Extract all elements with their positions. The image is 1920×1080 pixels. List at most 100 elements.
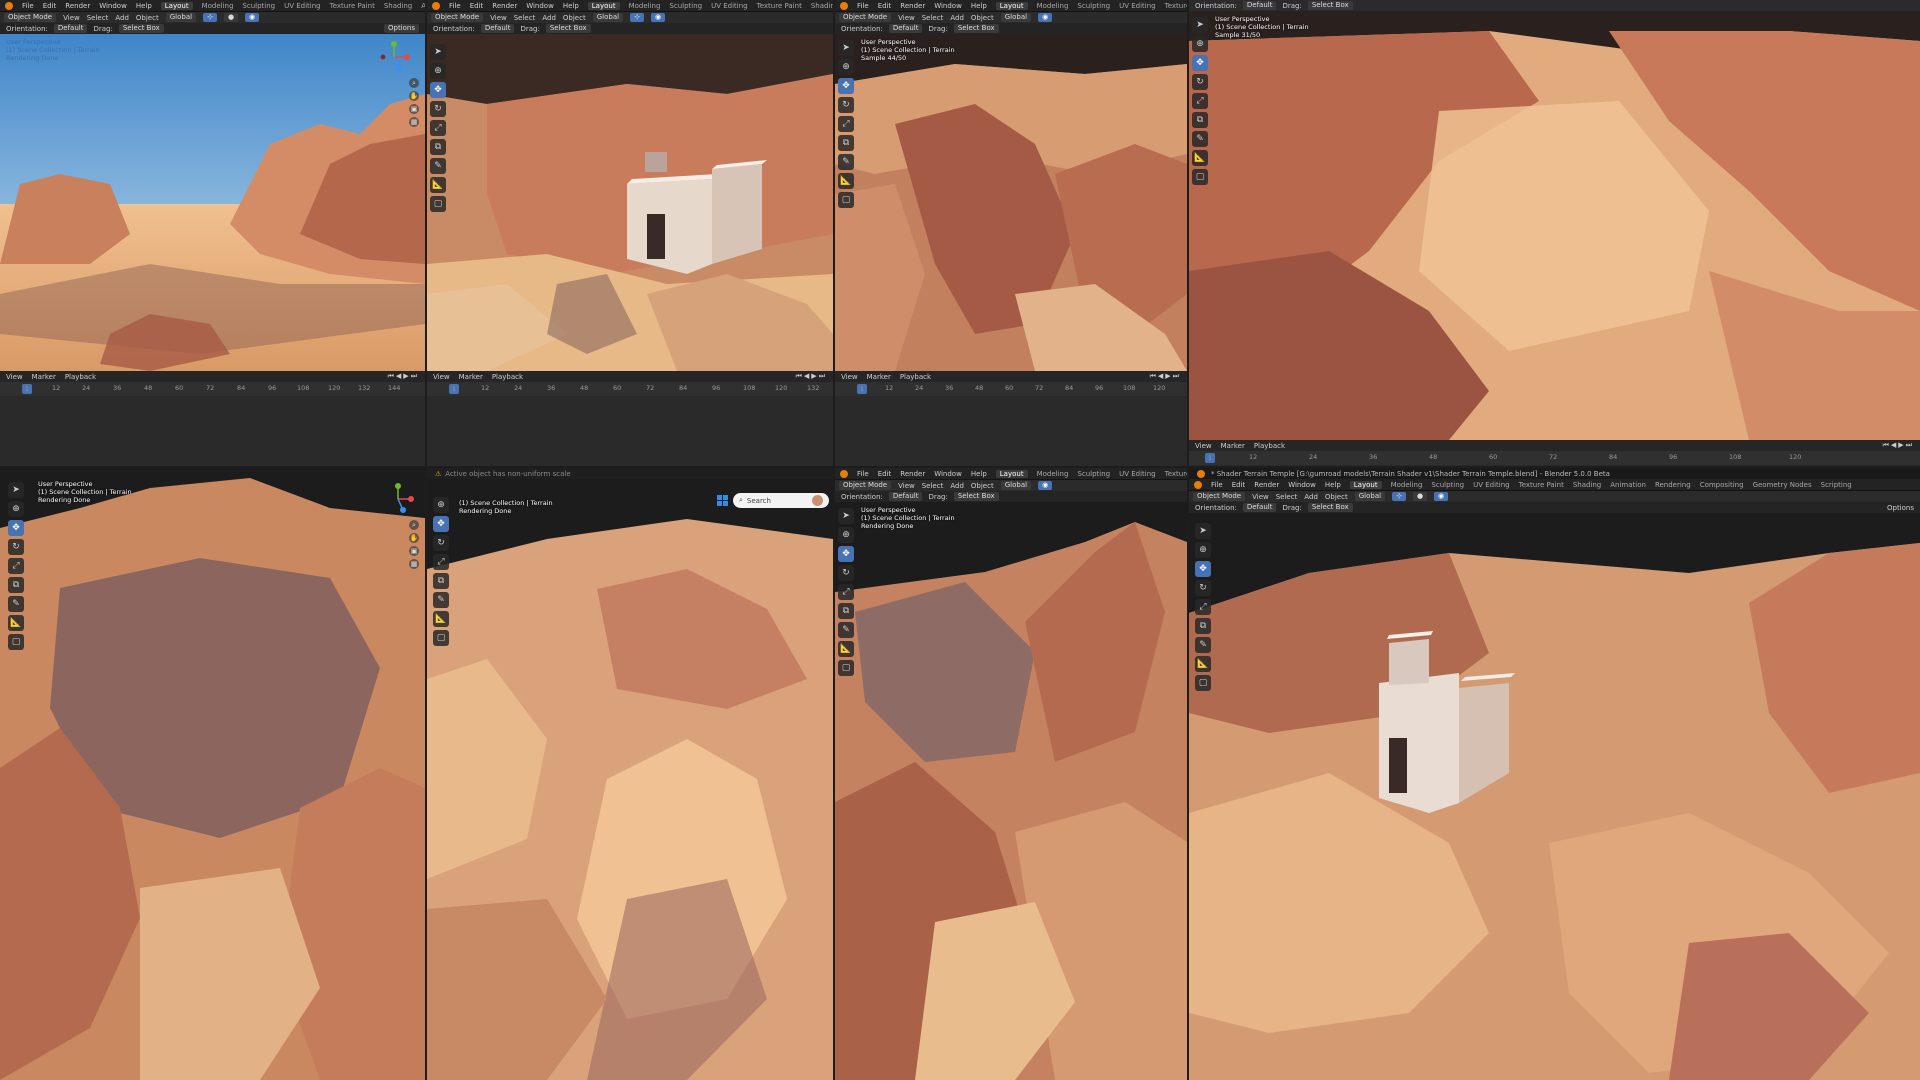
- tab-geometry-nodes[interactable]: Geometry Nodes: [1753, 481, 1812, 489]
- object-mode-dropdown[interactable]: Object Mode: [1193, 492, 1246, 501]
- timeline-view-menu[interactable]: View: [433, 373, 450, 381]
- rotate-tool-icon[interactable]: ↻: [8, 539, 24, 555]
- add-cube-tool-icon[interactable]: ▢: [430, 196, 446, 212]
- tab-modeling[interactable]: Modeling: [1037, 470, 1069, 478]
- timeline-playback-menu[interactable]: Playback: [1254, 442, 1285, 450]
- select-menu[interactable]: Select: [922, 482, 944, 490]
- timeline-playback-menu[interactable]: Playback: [65, 373, 96, 381]
- tab-texture-paint[interactable]: Texture Paint: [1165, 2, 1187, 10]
- add-cube-tool-icon[interactable]: ▢: [8, 634, 24, 650]
- camera-icon[interactable]: ▣: [409, 546, 419, 556]
- select-menu[interactable]: Select: [1276, 493, 1298, 501]
- orientation-dropdown[interactable]: Default: [480, 24, 515, 33]
- viewport-render[interactable]: ⌕ Search (1) Scene Collection | Terrain …: [427, 479, 833, 1080]
- move-tool-icon[interactable]: ✥: [8, 520, 24, 536]
- drag-dropdown[interactable]: Select Box: [1307, 1, 1353, 10]
- move-tool-icon[interactable]: ✥: [1192, 55, 1208, 71]
- axis-gizmo-icon[interactable]: [381, 482, 415, 516]
- shading-rendered-icon[interactable]: ◉: [1038, 481, 1053, 490]
- select-tool-icon[interactable]: ➤: [1192, 17, 1208, 33]
- zoom-icon[interactable]: ⌕: [409, 78, 419, 88]
- add-cube-tool-icon[interactable]: ▢: [433, 630, 449, 646]
- menu-render[interactable]: Render: [900, 470, 925, 478]
- tab-scripting[interactable]: Scripting: [1821, 481, 1852, 489]
- blender-logo-icon[interactable]: [840, 469, 848, 478]
- menu-help[interactable]: Help: [563, 2, 579, 10]
- object-mode-dropdown[interactable]: Object Mode: [4, 13, 57, 22]
- current-frame-indicator[interactable]: 1: [1205, 453, 1215, 463]
- transform-orientation-dropdown[interactable]: Global: [1354, 492, 1386, 501]
- blender-logo-icon[interactable]: [1194, 480, 1202, 489]
- transform-orientation-dropdown[interactable]: Global: [1000, 13, 1032, 22]
- tab-modeling[interactable]: Modeling: [202, 2, 234, 10]
- current-frame-indicator[interactable]: 1: [22, 384, 32, 394]
- annotate-tool-icon[interactable]: ✎: [1192, 131, 1208, 147]
- timeline-playback-menu[interactable]: Playback: [900, 373, 931, 381]
- orientation-dropdown[interactable]: Default: [1242, 503, 1277, 512]
- orientation-dropdown[interactable]: Default: [888, 24, 923, 33]
- object-mode-dropdown[interactable]: Object Mode: [839, 13, 892, 22]
- move-tool-icon[interactable]: ✥: [838, 546, 854, 562]
- menu-edit[interactable]: Edit: [470, 2, 484, 10]
- menu-edit[interactable]: Edit: [878, 2, 892, 10]
- move-tool-icon[interactable]: ✥: [838, 78, 854, 94]
- menu-edit[interactable]: Edit: [878, 470, 892, 478]
- add-menu[interactable]: Add: [950, 14, 964, 22]
- select-tool-icon[interactable]: ➤: [8, 482, 24, 498]
- drag-dropdown[interactable]: Select Box: [953, 24, 999, 33]
- cursor-tool-icon[interactable]: ⊕: [838, 527, 854, 543]
- camera-icon[interactable]: ▣: [409, 104, 419, 114]
- drag-dropdown[interactable]: Select Box: [545, 24, 591, 33]
- measure-tool-icon[interactable]: 📐: [430, 177, 446, 193]
- tab-modeling[interactable]: Modeling: [1391, 481, 1423, 489]
- menu-file[interactable]: File: [22, 2, 34, 10]
- search-box[interactable]: ⌕ Search: [733, 493, 829, 508]
- tab-sculpting[interactable]: Sculpting: [1077, 2, 1110, 10]
- playback-controls-icon[interactable]: ⏮◀▶⏭: [1883, 441, 1914, 450]
- tab-animation[interactable]: Animation: [421, 2, 425, 10]
- add-menu[interactable]: Add: [542, 14, 556, 22]
- add-cube-tool-icon[interactable]: ▢: [838, 192, 854, 208]
- view-menu[interactable]: View: [898, 482, 915, 490]
- tab-sculpting[interactable]: Sculpting: [669, 2, 702, 10]
- select-tool-icon[interactable]: ➤: [838, 40, 854, 56]
- select-menu[interactable]: Select: [87, 14, 109, 22]
- pan-hand-icon[interactable]: ✋: [409, 91, 419, 101]
- transform-tool-icon[interactable]: ⧉: [8, 577, 24, 593]
- select-menu[interactable]: Select: [514, 14, 536, 22]
- timeline-view-menu[interactable]: View: [841, 373, 858, 381]
- viewport-render[interactable]: User Perspective (1) Scene Collection | …: [835, 34, 1187, 371]
- cursor-tool-icon[interactable]: ⊕: [430, 63, 446, 79]
- current-frame-indicator[interactable]: 1: [857, 384, 867, 394]
- timeline-view-menu[interactable]: View: [6, 373, 23, 381]
- menu-help[interactable]: Help: [1325, 481, 1341, 489]
- rotate-tool-icon[interactable]: ↻: [1192, 74, 1208, 90]
- tab-sculpting[interactable]: Sculpting: [1431, 481, 1464, 489]
- view-menu[interactable]: View: [63, 14, 80, 22]
- menu-window[interactable]: Window: [99, 2, 127, 10]
- menu-render[interactable]: Render: [900, 2, 925, 10]
- viewport-render[interactable]: ➤ ⊕ ✥ ↻ ⤢ ⧉ ✎ 📐 ▢: [1189, 513, 1920, 1080]
- measure-tool-icon[interactable]: 📐: [838, 641, 854, 657]
- grid-icon[interactable]: ▦: [409, 559, 419, 569]
- tab-modeling[interactable]: Modeling: [1037, 2, 1069, 10]
- menu-help[interactable]: Help: [971, 470, 987, 478]
- tab-uv-editing[interactable]: UV Editing: [711, 2, 748, 10]
- select-tool-icon[interactable]: ➤: [430, 44, 446, 60]
- view-menu[interactable]: View: [898, 14, 915, 22]
- tab-modeling[interactable]: Modeling: [629, 2, 661, 10]
- menu-file[interactable]: File: [857, 2, 869, 10]
- view-menu[interactable]: View: [490, 14, 507, 22]
- orientation-dropdown[interactable]: Default: [888, 492, 923, 501]
- tab-uv-editing[interactable]: UV Editing: [1119, 2, 1156, 10]
- tab-sculpting[interactable]: Sculpting: [242, 2, 275, 10]
- tab-layout[interactable]: Layout: [1349, 480, 1382, 489]
- move-tool-icon[interactable]: ✥: [1195, 561, 1211, 577]
- menu-file[interactable]: File: [857, 470, 869, 478]
- rotate-tool-icon[interactable]: ↻: [838, 565, 854, 581]
- viewport-render[interactable]: User Perspective (1) Scene Collection | …: [835, 502, 1187, 1080]
- transform-tool-icon[interactable]: ⧉: [838, 135, 854, 151]
- tab-texture-paint[interactable]: Texture Paint: [330, 2, 375, 10]
- cursor-tool-icon[interactable]: ⊕: [1192, 36, 1208, 52]
- transform-orientation-dropdown[interactable]: Global: [592, 13, 624, 22]
